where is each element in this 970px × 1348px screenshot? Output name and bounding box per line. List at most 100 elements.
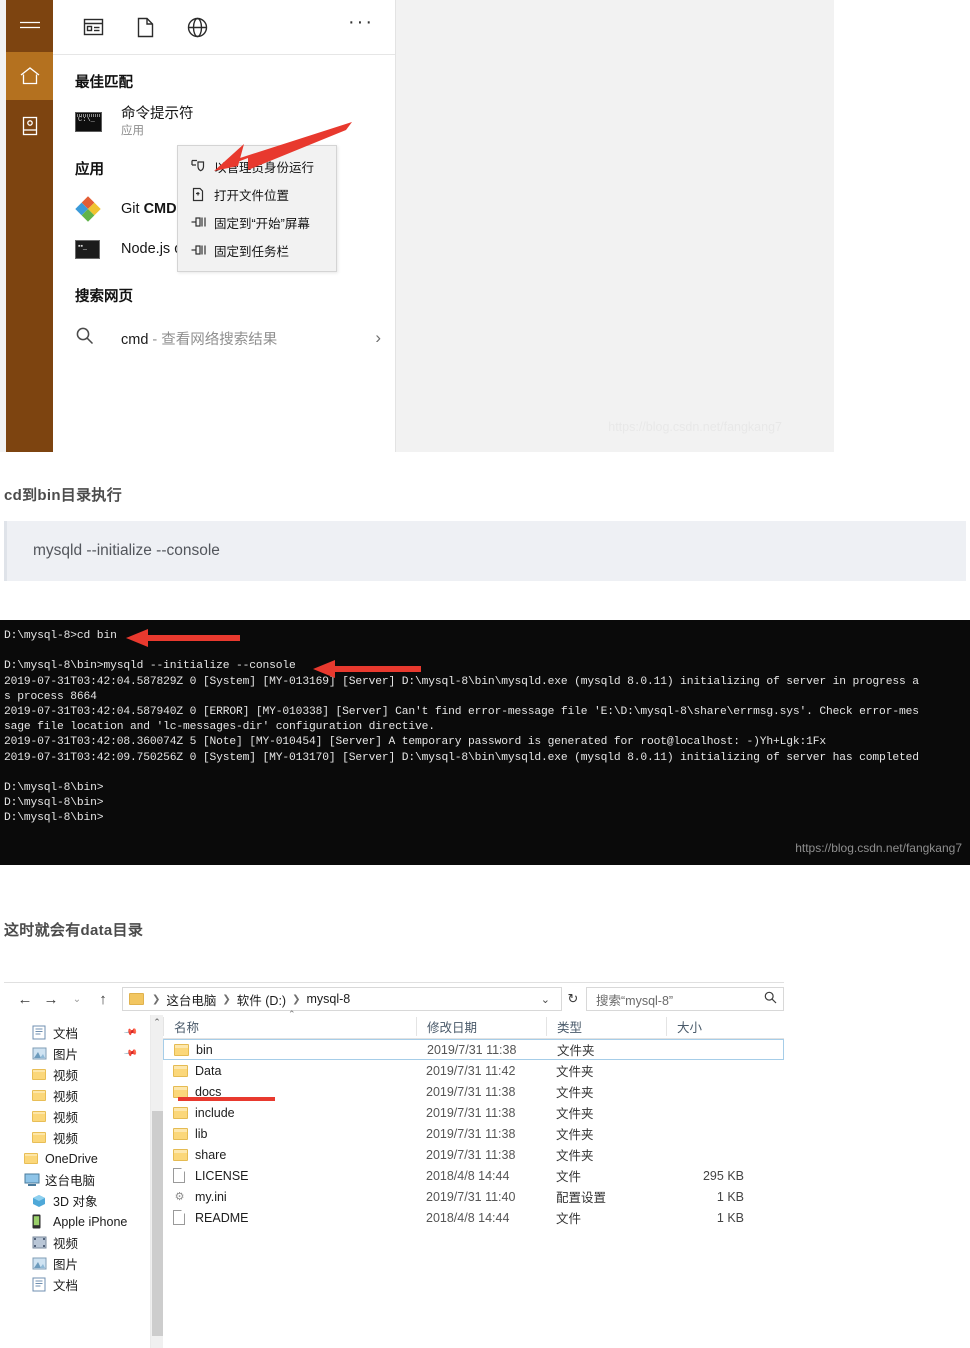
folder-icon — [173, 1127, 195, 1140]
table-row[interactable]: share 2019/7/31 11:38 文件夹 — [163, 1144, 784, 1165]
hamburger-icon[interactable] — [6, 0, 53, 52]
annotation-arrow-run-as-admin — [214, 122, 352, 171]
folder-icon — [32, 1069, 53, 1080]
file-rows-container: bin 2019/7/31 11:38 文件夹 Data 2019/7/31 11:42… — [163, 1039, 784, 1228]
home-icon[interactable] — [6, 52, 53, 100]
column-header-size[interactable]: 大小 — [666, 1017, 766, 1036]
folder-icon — [174, 1043, 196, 1056]
file-date-cell: 2019/7/31 11:42 — [426, 1063, 516, 1078]
web-filter-icon[interactable] — [171, 7, 223, 47]
desktop-background: https://blog.csdn.net/fangkang7 — [396, 0, 834, 452]
file-size-cell: 1 KB — [716, 1210, 744, 1225]
file-type-cell: 文件夹 — [556, 1149, 594, 1163]
table-row[interactable]: LICENSE 2018/4/8 14:44 文件 295 KB — [163, 1165, 784, 1186]
pin-to-start-icon — [191, 216, 214, 228]
chevron-right-icon[interactable]: › — [375, 328, 381, 348]
context-menu-item-open-file-location[interactable]: 打开文件位置 — [178, 180, 336, 208]
file-date-cell: 2019/7/31 11:40 — [426, 1189, 516, 1204]
folder-icon — [32, 1111, 53, 1122]
watermark-light: https://blog.csdn.net/fangkang7 — [608, 420, 782, 434]
group-heading-best-match: 最佳匹配 — [75, 75, 133, 91]
sort-indicator-icon: ⌃ — [288, 1009, 296, 1019]
tree-item[interactable]: 图片 — [4, 1253, 150, 1274]
videos-icon — [32, 1236, 53, 1249]
arrow-left-icon[interactable]: ← — [12, 986, 38, 1012]
tree-item[interactable]: 文档 📌 — [4, 1022, 150, 1043]
file-date-cell: 2018/4/8 14:44 — [426, 1168, 510, 1183]
file-date-cell: 2019/7/31 11:38 — [427, 1042, 517, 1057]
table-row[interactable]: include 2019/7/31 11:38 文件夹 — [163, 1102, 784, 1123]
chevron-down-icon[interactable]: ⌄ — [64, 986, 90, 1012]
refresh-icon[interactable]: ↻ — [562, 991, 584, 1007]
tree-item-label: 这台电脑 — [45, 1174, 96, 1188]
file-type-cell: 文件夹 — [556, 1128, 594, 1142]
tree-item[interactable]: 视频 — [4, 1232, 150, 1253]
result-web-search[interactable]: cmd - 查看网络搜索结果 › — [53, 316, 395, 360]
onedrive-icon — [24, 1153, 45, 1164]
column-header-date[interactable]: 修改日期 — [416, 1017, 546, 1036]
table-row[interactable]: bin 2019/7/31 11:38 文件夹 — [163, 1039, 784, 1060]
pin-icon[interactable]: 📌 — [123, 1025, 138, 1040]
tree-item[interactable]: 视频 — [4, 1085, 150, 1106]
scrollbar-thumb[interactable] — [152, 1111, 163, 1336]
3d-objects-icon — [32, 1194, 53, 1208]
context-menu-label: 固定到“开始”屏幕 — [214, 216, 310, 231]
tree-item[interactable]: 视频 — [4, 1064, 150, 1085]
file-name-cell: LICENSE — [163, 1168, 416, 1183]
tree-item-label: 图片 — [53, 1258, 79, 1272]
breadcrumb-segment-0[interactable]: 这台电脑 — [166, 990, 216, 1009]
file-date-cell: 2018/4/8 14:44 — [426, 1210, 510, 1225]
annotation-underline-data-folder — [178, 1097, 275, 1101]
file-date-cell: 2019/7/31 11:38 — [426, 1126, 516, 1141]
file-type-cell: 配置设置 — [556, 1191, 607, 1205]
table-row[interactable]: Data 2019/7/31 11:42 文件夹 — [163, 1060, 784, 1081]
documents-filter-icon[interactable] — [119, 7, 171, 47]
tree-scrollbar[interactable]: ⌃ — [150, 1015, 163, 1348]
file-type-cell: 文件 — [556, 1170, 582, 1184]
context-menu-item-pin-to-start[interactable]: 固定到“开始”屏幕 — [178, 208, 336, 236]
step-heading-2: 这时就会有data目录 — [4, 922, 144, 939]
start-menu-left-rail — [6, 0, 53, 452]
console-screenshot: D:\mysql-8>cd bin D:\mysql-8\bin>mysqld … — [0, 620, 970, 865]
folder-icon — [173, 1064, 195, 1077]
table-row[interactable]: lib 2019/7/31 11:38 文件夹 — [163, 1123, 784, 1144]
explorer-navigation-bar: ← → ⌄ ↑ ❯ 这台电脑 ❯ 软件 (D:) ❯ mysql-8 ⌄ ↻ 搜… — [4, 983, 784, 1015]
tree-item[interactable]: 文档 — [4, 1274, 150, 1295]
apps-filter-icon[interactable] — [67, 7, 119, 47]
breadcrumb-segment-1[interactable]: 软件 (D:) — [237, 990, 286, 1009]
search-input[interactable]: 搜索“mysql-8” — [586, 987, 784, 1011]
more-options-button[interactable]: ··· — [341, 7, 381, 47]
documents-icon[interactable] — [6, 100, 53, 152]
file-type-cell: 文件 — [556, 1212, 582, 1226]
folder-icon — [32, 1090, 53, 1101]
explorer-body: 文档 📌 图片 📌 视频 视频 视频 视频 OneDrive 这台电脑 3D 对象 Apple iPh… — [4, 1009, 784, 1348]
iphone-icon — [32, 1214, 53, 1229]
tree-item[interactable]: 视频 — [4, 1127, 150, 1148]
documents-icon — [32, 1025, 53, 1040]
tree-item[interactable]: 图片 📌 — [4, 1043, 150, 1064]
arrow-right-icon[interactable]: → — [38, 986, 64, 1012]
pictures-icon — [32, 1257, 53, 1270]
arrow-up-icon[interactable]: ↑ — [90, 986, 116, 1012]
file-name-cell: lib — [163, 1127, 416, 1141]
pin-icon[interactable]: 📌 — [123, 1046, 138, 1061]
column-header-type[interactable]: 类型 — [546, 1017, 666, 1036]
breadcrumb-dropdown-icon[interactable]: ⌄ — [536, 993, 555, 1006]
context-menu-item-pin-to-taskbar[interactable]: 固定到任务栏 — [178, 236, 336, 264]
watermark-dark: https://blog.csdn.net/fangkang7 — [795, 841, 962, 855]
file-date-cell: 2019/7/31 11:38 — [426, 1147, 516, 1162]
tree-item[interactable]: 视频 — [4, 1106, 150, 1127]
tree-item[interactable]: Apple iPhone — [4, 1211, 150, 1232]
tree-item[interactable]: 这台电脑 — [4, 1169, 150, 1190]
tree-item[interactable]: 3D 对象 — [4, 1190, 150, 1211]
file-name-cell: Data — [163, 1064, 416, 1078]
tree-item[interactable]: OneDrive — [4, 1148, 150, 1169]
table-row[interactable]: ⚙ my.ini 2019/7/31 11:40 配置设置 1 KB — [163, 1186, 784, 1207]
breadcrumb[interactable]: ❯ 这台电脑 ❯ 软件 (D:) ❯ mysql-8 ⌄ — [122, 987, 562, 1011]
tree-item-label: 文档 — [53, 1279, 79, 1293]
file-name: my.ini — [195, 1189, 227, 1204]
folder-icon — [129, 993, 144, 1005]
breadcrumb-segment-2[interactable]: mysql-8 — [307, 992, 351, 1006]
scroll-up-icon[interactable]: ⌃ — [151, 1015, 163, 1029]
table-row[interactable]: README 2018/4/8 14:44 文件 1 KB — [163, 1207, 784, 1228]
